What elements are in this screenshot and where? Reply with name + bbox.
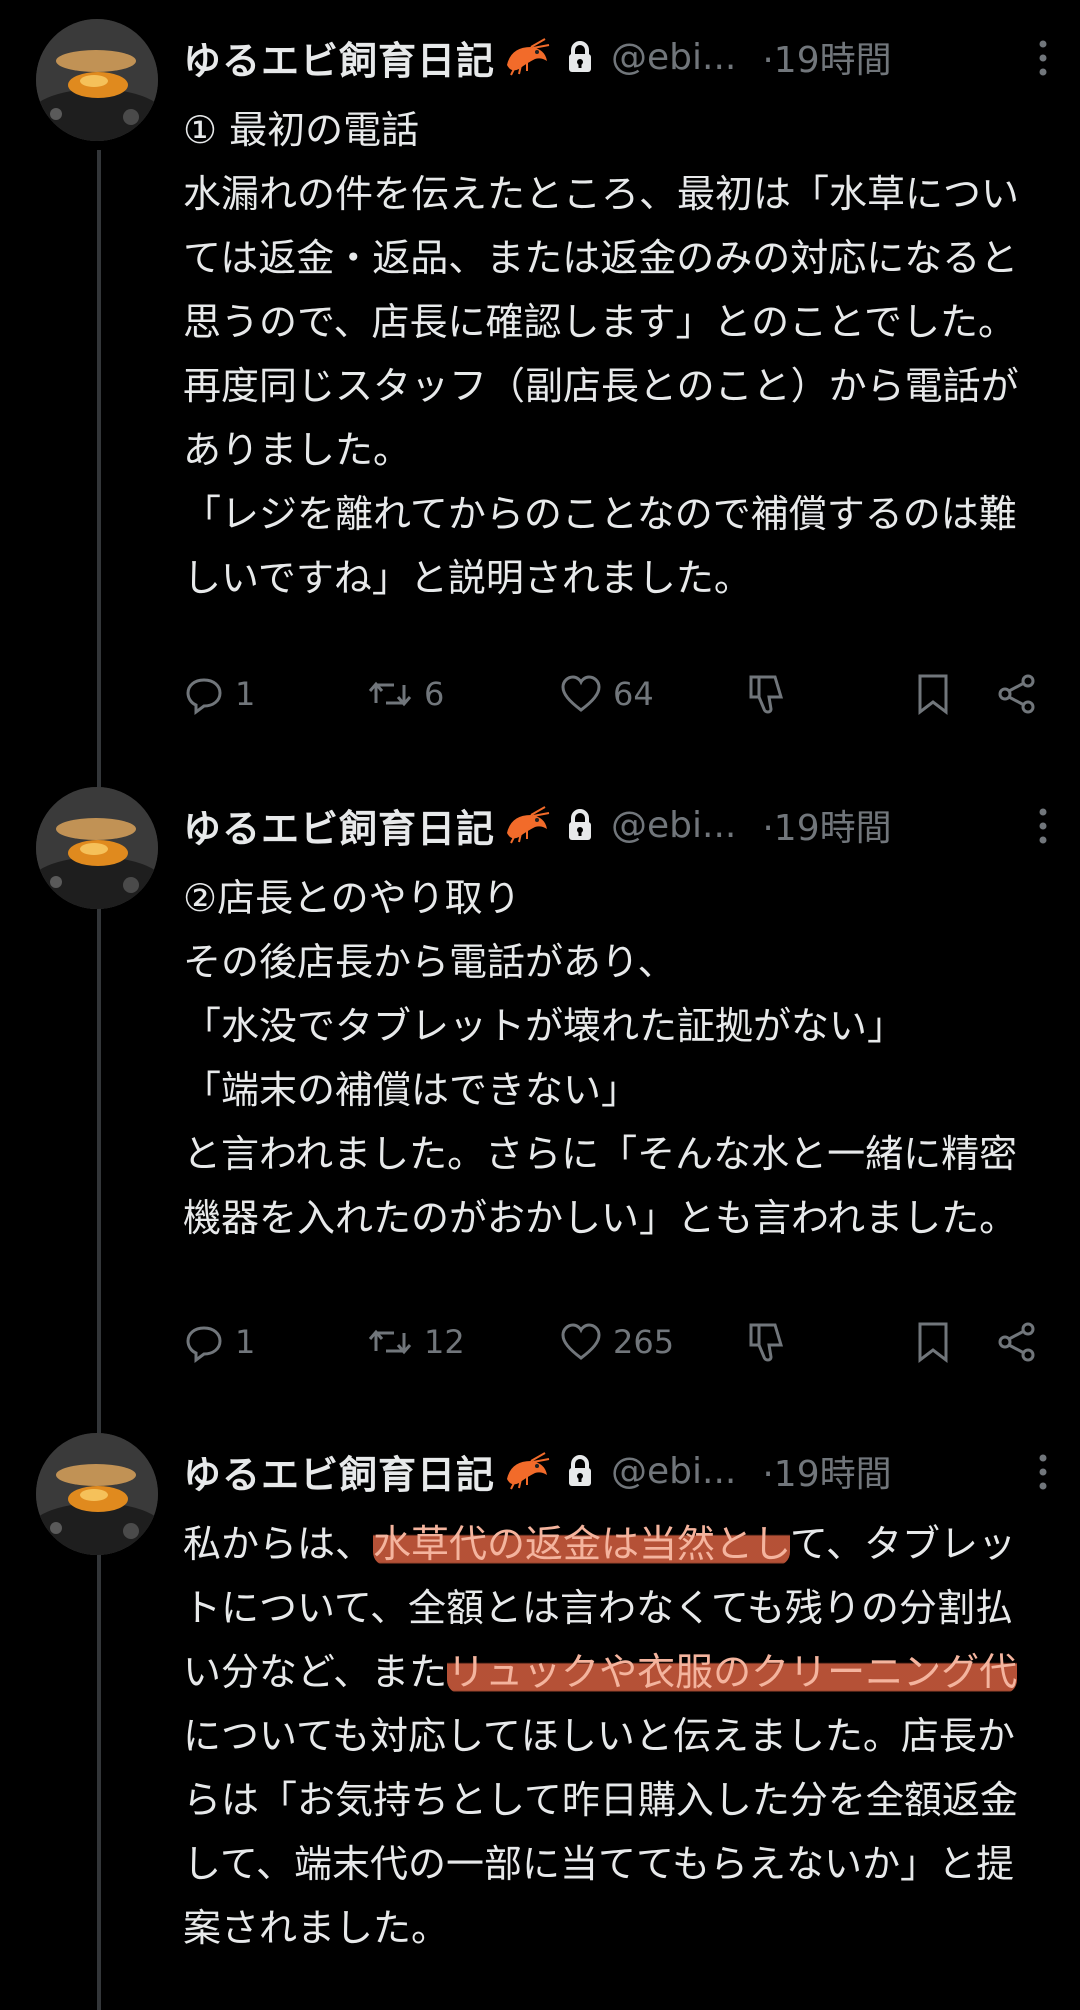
timestamp[interactable]: ·19時間 — [762, 799, 891, 851]
repost-count: 12 — [424, 1323, 465, 1361]
like-count: 64 — [613, 675, 654, 713]
thread-line — [97, 150, 101, 2010]
reply-count: 1 — [235, 1323, 256, 1361]
bookmark-button[interactable] — [915, 666, 951, 722]
tweet-actions: 1 12 265 — [183, 1314, 1063, 1370]
thumbs-down-icon — [749, 1323, 784, 1362]
shrimp-icon — [501, 1451, 551, 1491]
tweet-header: ゆるエビ飼育日記 @ebi... ·19時間 — [183, 1438, 1063, 1504]
shrimp-icon — [501, 805, 551, 845]
repost-count: 6 — [424, 675, 445, 713]
like-count: 265 — [613, 1323, 675, 1361]
author-handle[interactable]: @ebi... — [611, 805, 736, 846]
timestamp[interactable]: ·19時間 — [762, 31, 891, 83]
reply-button[interactable]: 1 — [183, 666, 255, 722]
lock-icon — [565, 1454, 595, 1488]
thumbs-down-icon — [749, 675, 784, 714]
bookmark-icon — [918, 674, 948, 716]
highlighted-text: 水草代の返金は当然とし — [373, 1522, 790, 1566]
author-name[interactable]: ゆるエビ飼育日記 — [183, 798, 495, 853]
reply-count: 1 — [235, 675, 256, 713]
like-button[interactable]: 64 — [559, 666, 654, 722]
reply-icon — [186, 678, 222, 715]
avatar[interactable] — [36, 787, 158, 909]
lock-icon — [565, 40, 595, 74]
like-button[interactable]: 265 — [559, 1314, 674, 1370]
share-button[interactable] — [995, 1314, 1039, 1370]
tweet-text: 私からは、水草代の返金は当然として、タブレットについて、全額とは言わなくても残り… — [183, 1512, 1043, 1960]
author-name[interactable]: ゆるエビ飼育日記 — [183, 1444, 495, 1499]
reply-button[interactable]: 1 — [183, 1314, 255, 1370]
heart-icon — [561, 675, 601, 712]
tweet-text: ① 最初の電話 水漏れの件を伝えたところ、最初は「水草については返金・返品、また… — [183, 108, 1020, 600]
share-icon — [998, 1322, 1035, 1362]
more-options-icon[interactable] — [1023, 1450, 1063, 1494]
more-options-icon[interactable] — [1023, 36, 1063, 80]
tweet-header: ゆるエビ飼育日記 @ebi... ·19時間 — [183, 792, 1063, 858]
lock-icon — [565, 808, 595, 842]
tweet-text: ②店長とのやり取り その後店長から電話があり、 「水没でタブレットが壊れた証拠が… — [183, 876, 1018, 1240]
more-options-icon[interactable] — [1023, 804, 1063, 848]
heart-icon — [561, 1323, 601, 1360]
author-handle[interactable]: @ebi... — [611, 37, 736, 78]
bookmark-button[interactable] — [915, 1314, 951, 1370]
share-icon — [998, 674, 1035, 714]
reply-icon — [186, 1326, 222, 1363]
dislike-button[interactable] — [745, 666, 789, 722]
author-handle[interactable]: @ebi... — [611, 1451, 736, 1492]
repost-icon — [368, 681, 412, 707]
timestamp[interactable]: ·19時間 — [762, 1445, 891, 1497]
share-button[interactable] — [995, 666, 1039, 722]
author-name[interactable]: ゆるエビ飼育日記 — [183, 30, 495, 85]
tweet-header: ゆるエビ飼育日記 @ebi... ·19時間 — [183, 24, 1063, 90]
shrimp-icon — [501, 37, 551, 77]
highlighted-text: リュックや衣服のクリーニング代 — [447, 1650, 1018, 1694]
tweet-actions: 1 6 64 — [183, 666, 1063, 722]
dislike-button[interactable] — [745, 1314, 789, 1370]
repost-button[interactable]: 6 — [366, 666, 444, 722]
text-segment: 私からは、 — [183, 1522, 374, 1566]
avatar[interactable] — [36, 1433, 158, 1555]
repost-icon — [368, 1329, 412, 1355]
avatar[interactable] — [36, 19, 158, 141]
text-segment: についても対応してほしいと伝えました。店長からは「お気持ちとして昨日購入した分を… — [183, 1714, 1018, 1950]
repost-button[interactable]: 12 — [366, 1314, 465, 1370]
bookmark-icon — [918, 1322, 948, 1364]
